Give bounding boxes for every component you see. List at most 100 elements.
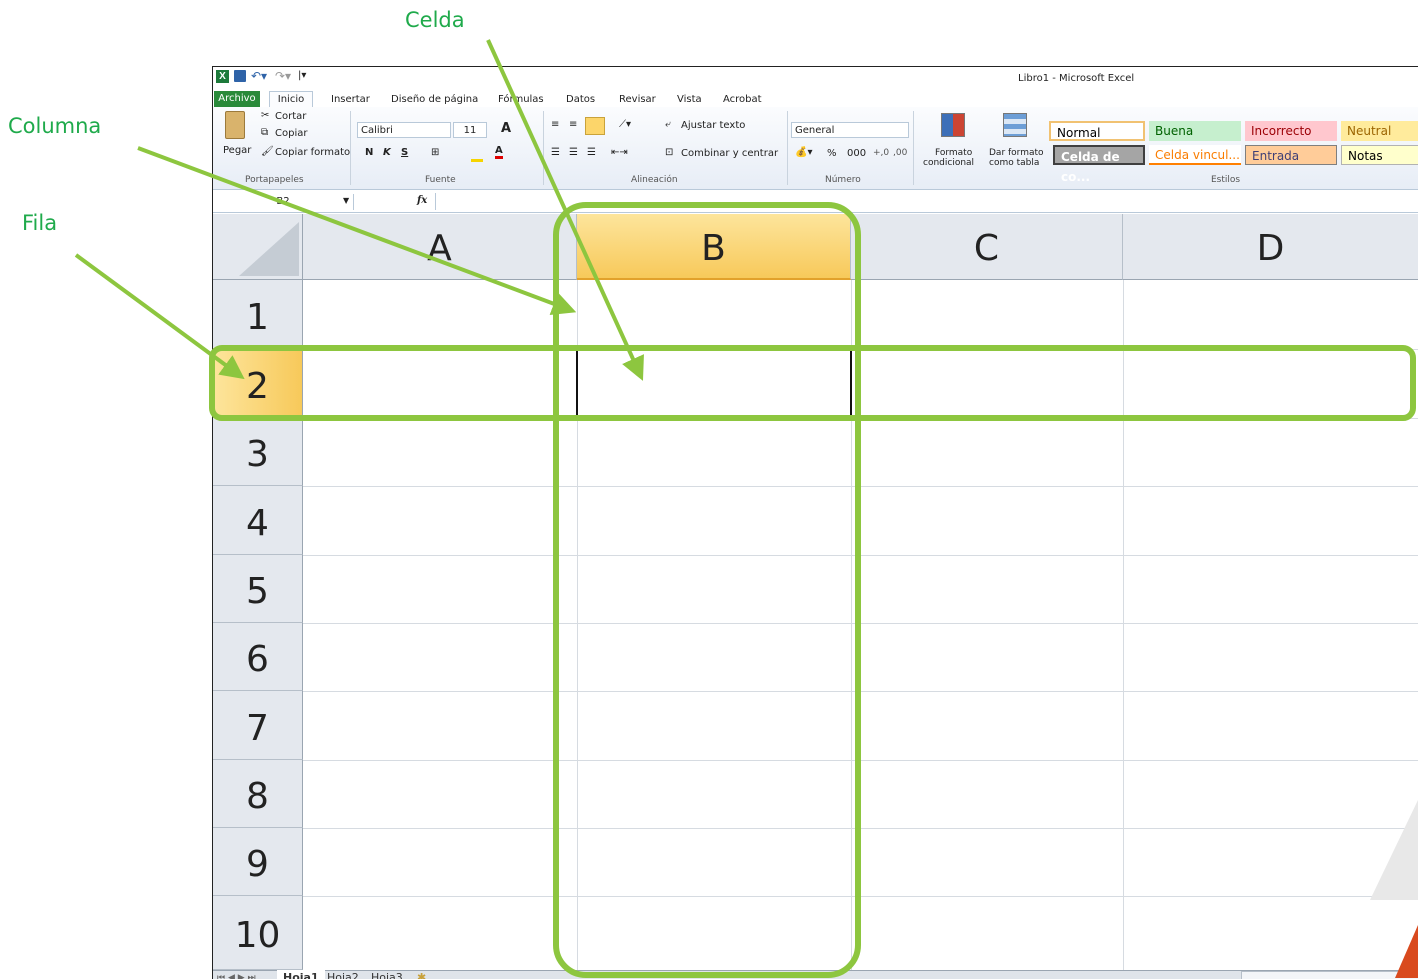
- row-header-2[interactable]: 2: [213, 349, 303, 418]
- row-header-9[interactable]: 9: [213, 828, 303, 896]
- orientation-icon[interactable]: ⟋▾: [619, 119, 631, 130]
- align-top-icon[interactable]: ≡: [551, 119, 559, 130]
- column-header-c[interactable]: C: [851, 214, 1123, 280]
- cell-grid[interactable]: [303, 280, 1418, 970]
- underline-button[interactable]: S: [401, 147, 408, 158]
- style-celda-comprobacion[interactable]: Celda de co...: [1053, 145, 1145, 184]
- excel-logo-icon[interactable]: X: [216, 70, 229, 83]
- active-cell-b2[interactable]: [576, 349, 852, 417]
- grow-font-icon[interactable]: A: [501, 121, 511, 136]
- conditional-format-line2[interactable]: condicional: [923, 158, 974, 168]
- columna-label: Columna: [8, 114, 102, 138]
- font-name-select[interactable]: Calibri: [357, 122, 451, 138]
- column-header-d[interactable]: D: [1123, 214, 1418, 280]
- tab-archivo[interactable]: Archivo: [214, 91, 260, 107]
- formula-bar: B2 ▼ fx: [213, 192, 1418, 213]
- select-all-corner[interactable]: [213, 214, 303, 280]
- group-numero: Número: [825, 175, 861, 185]
- divider: [787, 111, 788, 185]
- undo-icon[interactable]: ↶▾: [251, 69, 267, 83]
- format-painter-button[interactable]: Copiar formato: [275, 147, 350, 158]
- window-title: Libro1 - Microsoft Excel: [1018, 73, 1135, 84]
- paste-icon[interactable]: [225, 111, 245, 139]
- divider: [543, 111, 544, 185]
- tab-revisar[interactable]: Revisar: [619, 94, 656, 105]
- divider: [350, 111, 351, 185]
- row-header-4[interactable]: 4: [213, 486, 303, 555]
- format-painter-icon[interactable]: 🖌: [261, 146, 274, 157]
- group-fuente: Fuente: [425, 175, 456, 185]
- tab-datos[interactable]: Datos: [566, 94, 595, 105]
- style-incorrecto[interactable]: Incorrecto: [1245, 121, 1337, 141]
- scissors-icon[interactable]: ✂: [261, 110, 269, 121]
- conditional-format-icon[interactable]: [941, 113, 965, 137]
- column-header-a[interactable]: A: [303, 214, 577, 280]
- borders-icon[interactable]: ⊞: [431, 147, 439, 158]
- style-celda-vinculada[interactable]: Celda vincul...: [1149, 145, 1241, 165]
- divider: [913, 111, 914, 185]
- excel-window: X ↶▾ ↷▾ |▾ Libro1 - Microsoft Excel Arch…: [212, 66, 1418, 979]
- tab-acrobat[interactable]: Acrobat: [723, 94, 762, 105]
- indent-icon[interactable]: ⇤⇥: [611, 147, 628, 158]
- bold-button[interactable]: N: [365, 147, 373, 158]
- style-normal[interactable]: Normal: [1049, 121, 1145, 141]
- align-center-icon[interactable]: ☰: [569, 147, 578, 158]
- style-entrada[interactable]: Entrada: [1245, 145, 1337, 165]
- merge-icon[interactable]: ⊡: [665, 147, 673, 158]
- align-middle-icon[interactable]: ≡: [569, 119, 577, 130]
- row-header-10[interactable]: 10: [213, 896, 303, 970]
- fx-button[interactable]: fx: [417, 195, 427, 206]
- row-header-3[interactable]: 3: [213, 418, 303, 486]
- tab-diseno[interactable]: Diseño de página: [391, 94, 478, 105]
- font-size-select[interactable]: 11: [453, 122, 487, 138]
- increase-decimal-button[interactable]: +,0: [873, 148, 889, 158]
- column-header-b[interactable]: B: [577, 214, 851, 280]
- tab-insertar[interactable]: Insertar: [331, 94, 370, 105]
- style-neutral[interactable]: Neutral: [1341, 121, 1418, 141]
- group-estilos: Estilos: [1211, 175, 1241, 185]
- conditional-format-line1[interactable]: Formato: [935, 148, 972, 158]
- thousands-button[interactable]: 000: [847, 148, 866, 159]
- quick-access-customize-icon[interactable]: |▾: [298, 70, 306, 81]
- font-color-icon[interactable]: A: [495, 145, 503, 159]
- select-all-triangle-icon: [239, 222, 299, 276]
- formula-input[interactable]: [435, 193, 1418, 210]
- format-table-line2[interactable]: como tabla: [989, 158, 1039, 168]
- copy-icon[interactable]: ⧉: [261, 127, 268, 138]
- paste-button[interactable]: Pegar: [223, 145, 251, 156]
- wrap-text-icon[interactable]: ⤶: [665, 119, 671, 130]
- format-table-icon[interactable]: [1003, 113, 1027, 137]
- merge-center-button[interactable]: Combinar y centrar: [681, 148, 778, 159]
- cut-button[interactable]: Cortar: [275, 111, 306, 122]
- title-bar: X ↶▾ ↷▾ |▾ Libro1 - Microsoft Excel: [213, 67, 1418, 89]
- row-header-6[interactable]: 6: [213, 623, 303, 691]
- row-header-5[interactable]: 5: [213, 555, 303, 623]
- ribbon: Pegar ✂ Cortar ⧉ Copiar 🖌 Copiar formato…: [213, 107, 1418, 190]
- tab-vista[interactable]: Vista: [677, 94, 702, 105]
- style-notas[interactable]: Notas: [1341, 145, 1418, 165]
- align-left-icon[interactable]: ☰: [551, 147, 560, 158]
- row-header-7[interactable]: 7: [213, 691, 303, 760]
- fill-color-icon[interactable]: [471, 147, 483, 162]
- align-right-icon[interactable]: ☰: [587, 147, 596, 158]
- wrap-text-button[interactable]: Ajustar texto: [681, 120, 745, 131]
- format-table-line1[interactable]: Dar formato: [989, 148, 1044, 158]
- redo-icon[interactable]: ↷▾: [275, 69, 291, 83]
- row-header-8[interactable]: 8: [213, 760, 303, 828]
- copy-button[interactable]: Copiar: [275, 128, 307, 139]
- group-portapapeles: Portapapeles: [245, 175, 304, 185]
- celda-label: Celda: [405, 8, 465, 32]
- decrease-decimal-button[interactable]: ,00: [893, 148, 907, 158]
- percent-button[interactable]: %: [827, 148, 837, 159]
- italic-button[interactable]: K: [383, 147, 391, 158]
- style-buena[interactable]: Buena: [1149, 121, 1241, 141]
- align-bottom-icon[interactable]: [585, 117, 605, 135]
- name-box-dropdown-icon[interactable]: ▼: [343, 196, 349, 205]
- number-format-select[interactable]: General: [791, 122, 909, 138]
- name-box[interactable]: B2: [213, 194, 354, 210]
- tab-formulas[interactable]: Fórmulas: [498, 94, 544, 105]
- group-alineacion: Alineación: [631, 175, 678, 185]
- save-icon[interactable]: [234, 70, 246, 82]
- row-header-1[interactable]: 1: [213, 280, 303, 349]
- currency-icon[interactable]: 💰▾: [795, 147, 812, 158]
